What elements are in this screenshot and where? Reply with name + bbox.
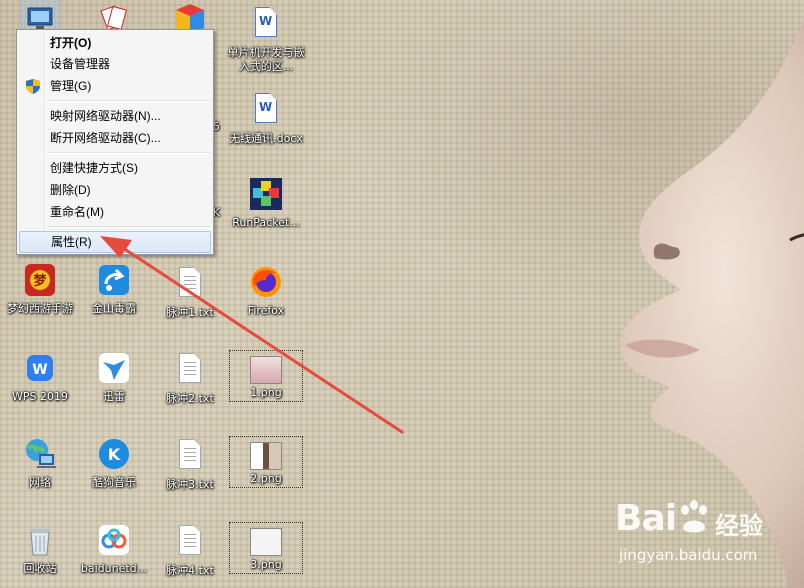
paw-icon	[681, 500, 707, 533]
watermark-brand-suffix: 经验	[715, 512, 763, 540]
watermark-brand: Bai	[615, 498, 677, 539]
watermark-url: jingyan.baidu.com	[619, 546, 758, 564]
desktop[interactable]: 梦 梦幻西游手游 W WPS 2019 网络 回收站 金山毒霸 迅雷 K 酷狗音…	[0, 0, 804, 588]
baidu-jingyan-watermark: Bai 经验 jingyan.baidu.com	[615, 498, 795, 578]
